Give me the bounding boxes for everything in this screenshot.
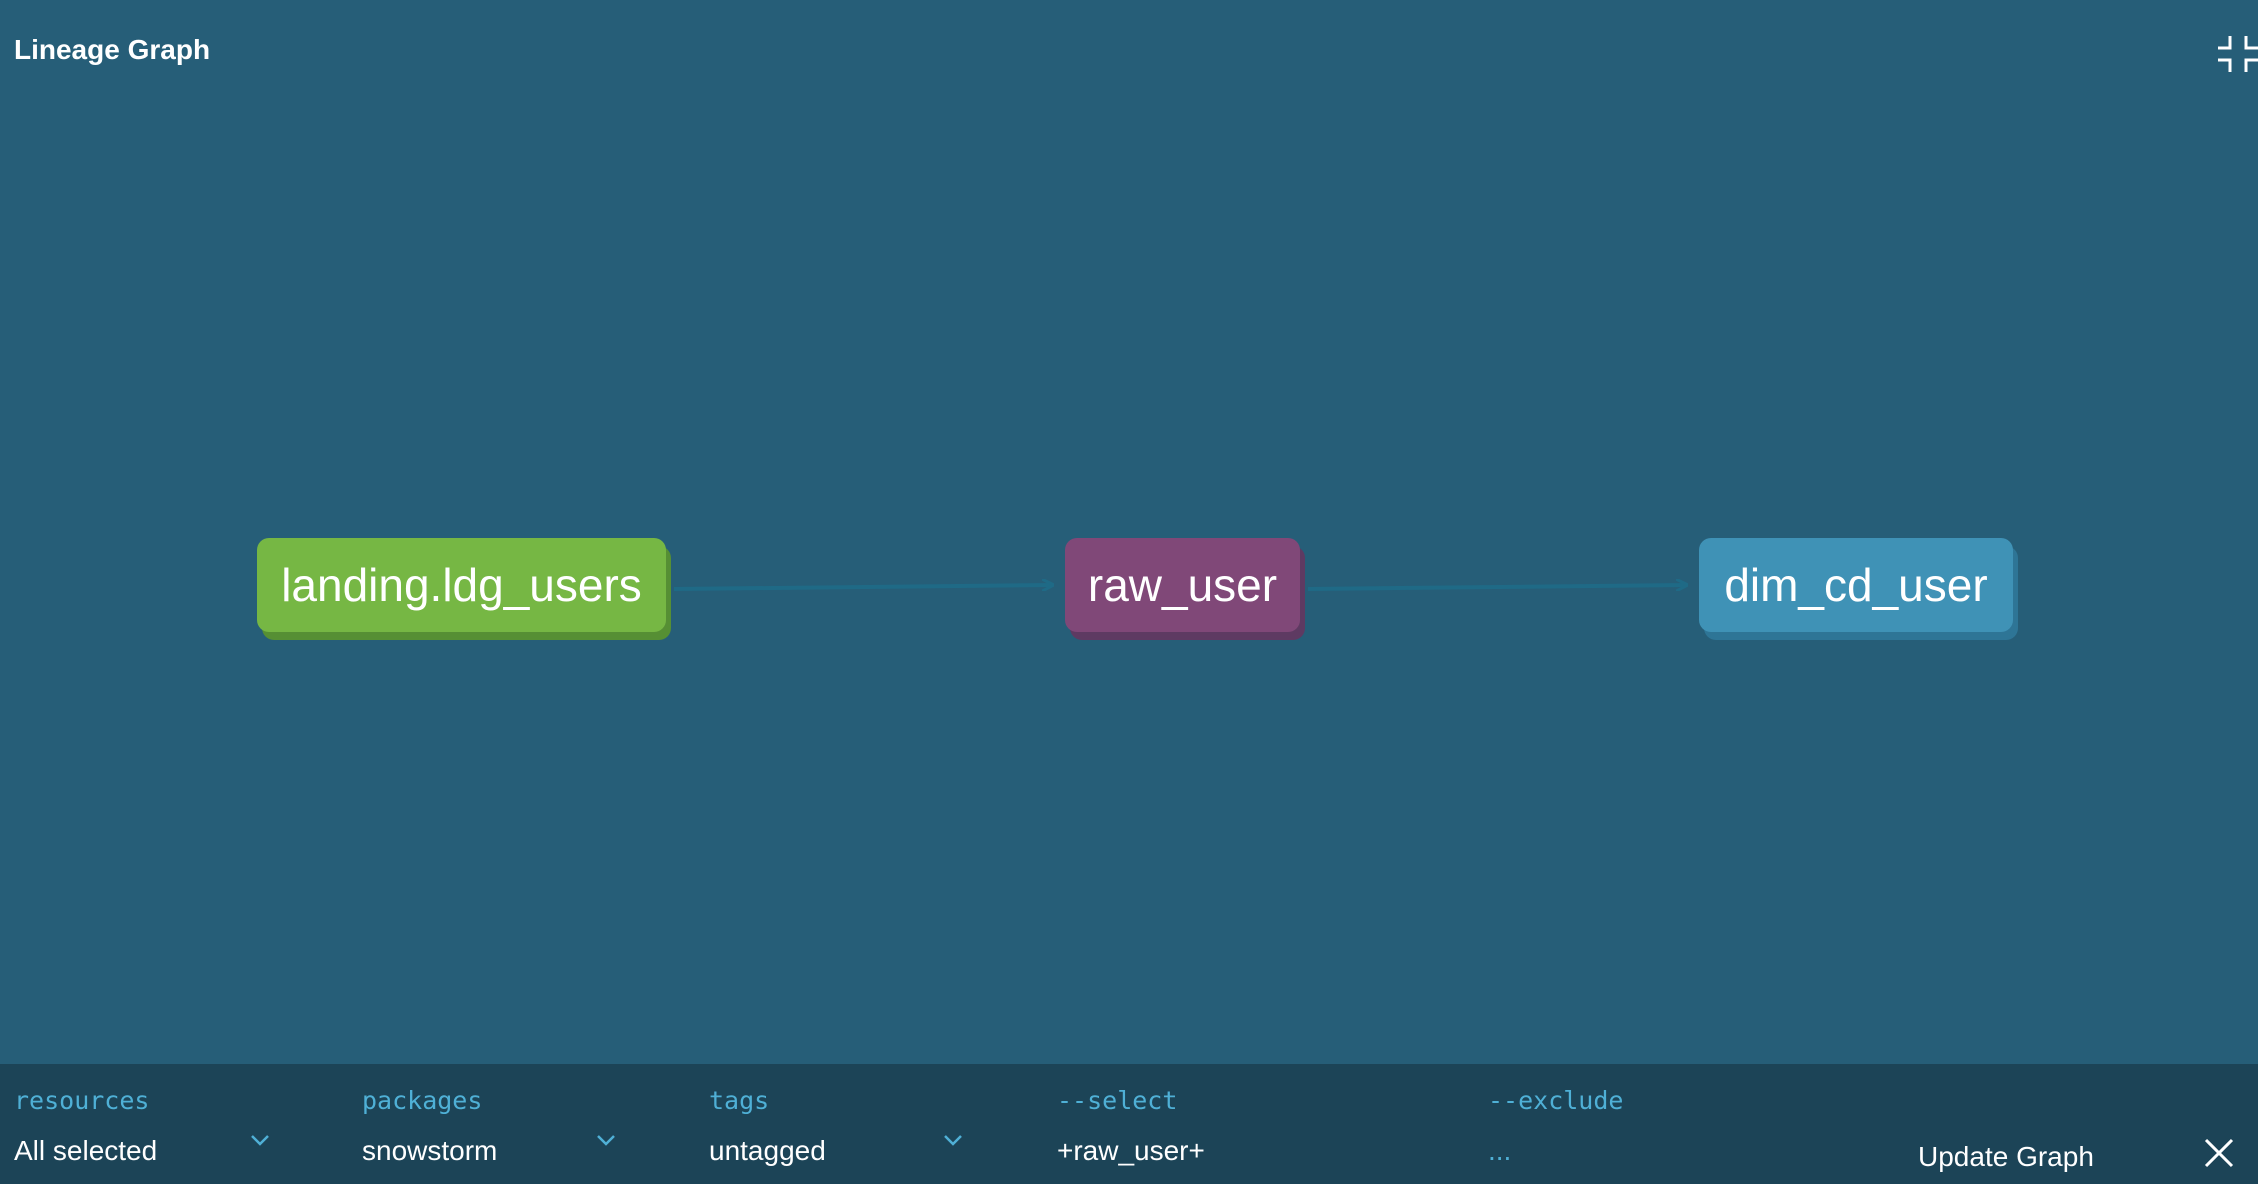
edge-raw-user-to-dim-cd-user bbox=[1307, 585, 1686, 589]
node-label: raw_user bbox=[1087, 559, 1278, 611]
edge-ldg-users-to-raw-user bbox=[673, 585, 1052, 589]
select-filter[interactable]: --select +raw_user+ bbox=[1057, 1086, 1437, 1168]
packages-label: packages bbox=[362, 1086, 483, 1115]
resources-value: All selected bbox=[14, 1135, 158, 1166]
exclude-filter[interactable]: --exclude ... bbox=[1488, 1086, 1868, 1168]
node-raw-user[interactable]: raw_user bbox=[1065, 538, 1300, 632]
exclude-label: --exclude bbox=[1488, 1086, 1624, 1115]
packages-filter[interactable]: packages snowstorm bbox=[362, 1086, 622, 1168]
exclude-input[interactable]: ... bbox=[1488, 1135, 1511, 1167]
collapse-icon bbox=[2218, 36, 2258, 72]
graph-title: Lineage Graph bbox=[14, 34, 211, 65]
graph-filter-toolbar: resources All selected packages snowstor… bbox=[0, 1064, 2258, 1184]
node-label: landing.ldg_users bbox=[281, 559, 642, 611]
tags-filter[interactable]: tags untagged bbox=[709, 1086, 969, 1168]
close-icon bbox=[2204, 1138, 2234, 1168]
resources-filter[interactable]: resources All selected bbox=[14, 1086, 274, 1168]
chevron-down-icon bbox=[597, 1135, 615, 1146]
chevron-down-icon bbox=[251, 1135, 269, 1146]
node-dim-cd-user[interactable]: dim_cd_user bbox=[1699, 538, 2013, 632]
tags-value: untagged bbox=[709, 1135, 826, 1166]
lineage-graph-panel: Lineage Graph landing.ldg_users raw_user… bbox=[0, 0, 2258, 1184]
select-input[interactable]: +raw_user+ bbox=[1057, 1135, 1205, 1167]
close-button[interactable] bbox=[2204, 1138, 2234, 1168]
node-label: dim_cd_user bbox=[1724, 559, 1988, 611]
collapse-button[interactable] bbox=[2218, 34, 2258, 74]
graph-canvas[interactable] bbox=[0, 0, 2258, 1064]
resources-label: resources bbox=[14, 1086, 150, 1115]
node-landing-ldg-users[interactable]: landing.ldg_users bbox=[257, 538, 666, 632]
select-label: --select bbox=[1057, 1086, 1178, 1115]
update-graph-button[interactable]: Update Graph bbox=[1918, 1141, 2094, 1173]
packages-value: snowstorm bbox=[362, 1135, 498, 1166]
chevron-down-icon bbox=[944, 1135, 962, 1146]
tags-label: tags bbox=[709, 1086, 770, 1115]
